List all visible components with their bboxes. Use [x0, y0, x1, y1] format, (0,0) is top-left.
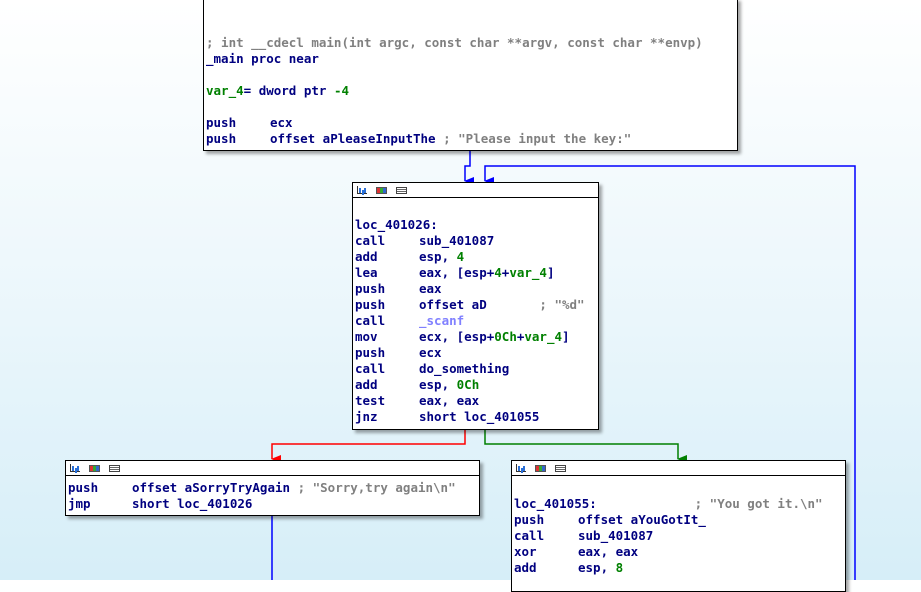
function-reference[interactable]: do_something: [419, 361, 509, 376]
instruction-line: add esp, 0Ch: [355, 377, 480, 392]
function-signature-comment: ; int __cdecl main(int argc, const char …: [206, 35, 703, 50]
code-block-sorry[interactable]: push offset aSorryTryAgain ; "Sorry,try a…: [65, 460, 480, 516]
var-name[interactable]: var_4: [206, 83, 244, 98]
jump-target[interactable]: short loc_401055: [419, 409, 539, 424]
local-var-def: var_4= dword ptr -4: [206, 83, 350, 98]
node-header: [353, 183, 598, 198]
instruction-line: push ecx: [206, 115, 293, 130]
text-view-icon[interactable]: [396, 186, 407, 194]
palette-icon[interactable]: [535, 464, 546, 472]
instruction-line: call do_something: [355, 361, 510, 376]
block-label[interactable]: loc_401055:: [514, 496, 597, 511]
block-label[interactable]: loc_401026:: [355, 217, 598, 233]
instruction-line: mov ecx, [esp+0Ch+var_4]: [355, 329, 570, 344]
instruction-line: push ecx: [355, 345, 442, 360]
jump-target[interactable]: short loc_401026: [132, 496, 252, 511]
instruction-line: xor eax, eax: [514, 544, 639, 559]
string-reference[interactable]: offset aSorryTryAgain: [132, 480, 290, 495]
text-view-icon[interactable]: [555, 464, 566, 472]
edge-false-branch: [271, 428, 466, 463]
palette-icon[interactable]: [89, 464, 100, 472]
string-reference[interactable]: offset aD: [419, 297, 539, 312]
palette-icon[interactable]: [376, 186, 387, 194]
instruction-line: add esp, 4: [355, 249, 465, 264]
graph-icon[interactable]: [516, 464, 526, 472]
instruction-line: push offset aSorryTryAgain ; "Sorry,try a…: [68, 480, 456, 495]
instruction-line: test eax, eax: [355, 393, 480, 408]
code-block-success[interactable]: loc_401055: ; "You got it.\n" push offset…: [511, 460, 846, 592]
code-block-loop[interactable]: loc_401026: call sub_401087 add esp, 4 lea…: [352, 182, 599, 430]
instruction-line: push offset aD ; "%d": [355, 297, 585, 312]
string-reference[interactable]: offset aYouGotIt_: [578, 512, 706, 527]
edge-true-branch: [484, 428, 687, 463]
instruction-line: call sub_401087: [355, 233, 495, 248]
instruction-line: call _scanf: [355, 313, 465, 328]
instruction-line: jmp short loc_401026: [68, 496, 253, 511]
instruction-line: jnz short loc_401055: [355, 409, 540, 424]
node-header: [66, 461, 479, 476]
instruction-line: call sub_401087: [514, 528, 654, 543]
node-header: [512, 461, 845, 476]
proc-declaration: _main proc near: [206, 51, 319, 66]
instruction-line: add esp, 8: [514, 560, 624, 575]
graph-icon[interactable]: [70, 464, 80, 472]
graph-icon[interactable]: [357, 186, 367, 194]
text-view-icon[interactable]: [109, 464, 120, 472]
string-reference[interactable]: offset aPleaseInputThe: [270, 131, 436, 146]
code-block-main[interactable]: ; int __cdecl main(int argc, const char …: [203, 0, 738, 151]
instruction-line: push eax: [355, 281, 442, 296]
instruction-line: push offset aPleaseInputThe ; "Please inp…: [206, 131, 632, 146]
function-reference[interactable]: sub_401087: [578, 528, 653, 543]
block-label-line: loc_401055: ; "You got it.\n": [514, 496, 823, 511]
edge-main-to-loop: [464, 151, 474, 185]
instruction-line: lea eax, [esp+4+var_4]: [355, 265, 555, 280]
function-reference[interactable]: sub_401087: [419, 233, 494, 248]
import-reference[interactable]: _scanf: [419, 313, 464, 328]
instruction-line: push offset aYouGotIt_: [514, 512, 706, 527]
